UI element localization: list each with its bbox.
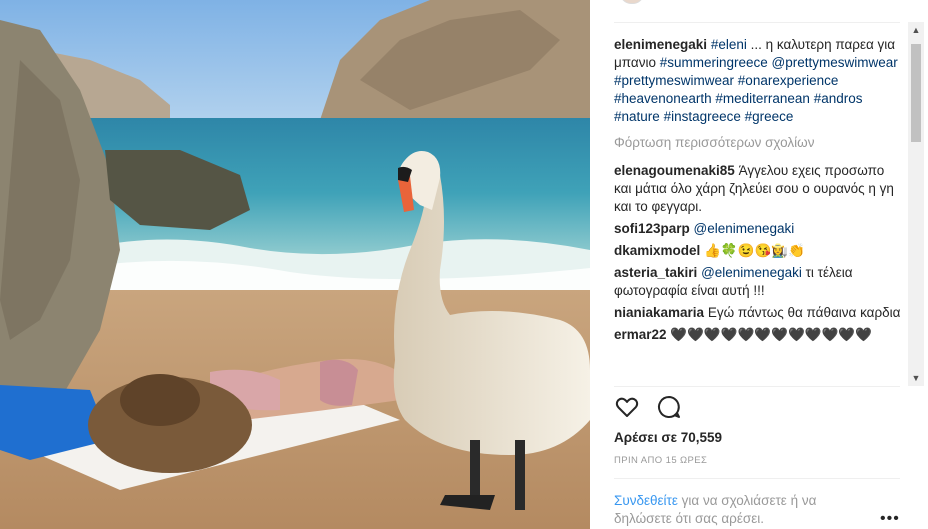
hashtag-link[interactable]: #eleni (711, 37, 747, 52)
comment-body: Εγώ πάντως θα πάθαινα καρδια (708, 305, 901, 320)
post-timestamp[interactable]: ΠΡΙΝ ΑΠΟ 15 ΩΡΕΣ (614, 455, 707, 466)
hashtag-link[interactable]: #prettymeswimwear (614, 73, 734, 88)
hashtag-link[interactable]: #heavenonearth (614, 91, 712, 106)
comment-item: asteria_takiri @elenimenegaki τι τέλεια … (614, 264, 904, 300)
comment-items: elenagoumenaki85 Άγγελου εχεις προσωπο κ… (614, 162, 904, 344)
comment-username[interactable]: sofi123parp (614, 221, 690, 236)
comment-body: 👍🍀😉😘👩‍🌾👏 (704, 243, 805, 258)
comment-body: 🖤🖤🖤🖤🖤🖤🖤🖤🖤🖤🖤🖤 (670, 327, 872, 342)
login-link[interactable]: Συνδεθείτε (614, 493, 678, 508)
comment-item: dkamixmodel 👍🍀😉😘👩‍🌾👏 (614, 242, 904, 260)
hashtag-link[interactable]: @elenimenegaki (701, 265, 802, 280)
hashtag-link[interactable]: @prettymeswimwear (772, 55, 898, 70)
post-actions (614, 394, 694, 422)
post-side-panel: elenimenegaki #eleni ... η καλυτερη παρε… (590, 0, 928, 529)
login-prompt: Συνδεθείτε για να σχολιάσετε ή να δηλώσε… (614, 492, 854, 528)
more-options-icon[interactable]: ••• (880, 510, 900, 528)
caption: elenimenegaki #eleni ... η καλυτερη παρε… (614, 36, 904, 126)
comments-list[interactable]: elenimenegaki #eleni ... η καλυτερη παρε… (614, 36, 904, 384)
divider-actions (614, 386, 900, 387)
hashtag-link[interactable]: @elenimenegaki (694, 221, 795, 236)
comment-username[interactable]: ermar22 (614, 327, 667, 342)
caption-username[interactable]: elenimenegaki (614, 37, 707, 52)
divider-top (614, 22, 900, 23)
instagram-post: elenimenegaki #eleni ... η καλυτερη παρε… (0, 0, 928, 529)
comment-username[interactable]: asteria_takiri (614, 265, 697, 280)
comments-scrollbar[interactable]: ▲ ▼ (908, 22, 924, 386)
hashtag-link[interactable]: #nature (614, 109, 660, 124)
post-photo[interactable] (0, 0, 590, 529)
comment-text: Εγώ πάντως θα πάθαινα καρδια (707, 305, 901, 320)
beach-swan-image (0, 0, 590, 529)
divider-login (614, 478, 900, 479)
hashtag-link[interactable]: #onarexperience (738, 73, 839, 88)
comment-item: ermar22 🖤🖤🖤🖤🖤🖤🖤🖤🖤🖤🖤🖤 (614, 326, 904, 344)
hashtag-link[interactable]: #mediterranean (715, 91, 810, 106)
speech-bubble-icon[interactable] (656, 394, 682, 420)
comment-item: nianiakamaria Εγώ πάντως θα πάθαινα καρδ… (614, 304, 904, 322)
avatar[interactable] (620, 0, 644, 4)
comment-item: elenagoumenaki85 Άγγελου εχεις προσωπο κ… (614, 162, 904, 216)
scroll-down-arrow-icon[interactable]: ▼ (908, 370, 924, 386)
hashtag-link[interactable]: #andros (814, 91, 863, 106)
likes-count[interactable]: Αρέσει σε 70,559 (614, 430, 722, 445)
comment-text: 🖤🖤🖤🖤🖤🖤🖤🖤🖤🖤🖤🖤 (670, 327, 873, 342)
scroll-thumb[interactable] (911, 44, 921, 142)
scroll-up-arrow-icon[interactable]: ▲ (908, 22, 924, 38)
comment-username[interactable]: dkamixmodel (614, 243, 700, 258)
comment-username[interactable]: elenagoumenaki85 (614, 163, 735, 178)
hashtag-link[interactable]: #summeringreece (660, 55, 768, 70)
comment-body: @elenimenegaki (694, 221, 795, 236)
hashtag-link[interactable]: #instagreece (664, 109, 741, 124)
hashtag-link[interactable]: #greece (745, 109, 794, 124)
comment-item: sofi123parp @elenimenegaki (614, 220, 904, 238)
comment-text: 👍🍀😉😘👩‍🌾👏 (704, 243, 805, 258)
heart-icon[interactable] (614, 394, 640, 420)
load-more-comments-link[interactable]: Φόρτωση περισσότερων σχολίων (614, 134, 904, 152)
comment-username[interactable]: nianiakamaria (614, 305, 704, 320)
